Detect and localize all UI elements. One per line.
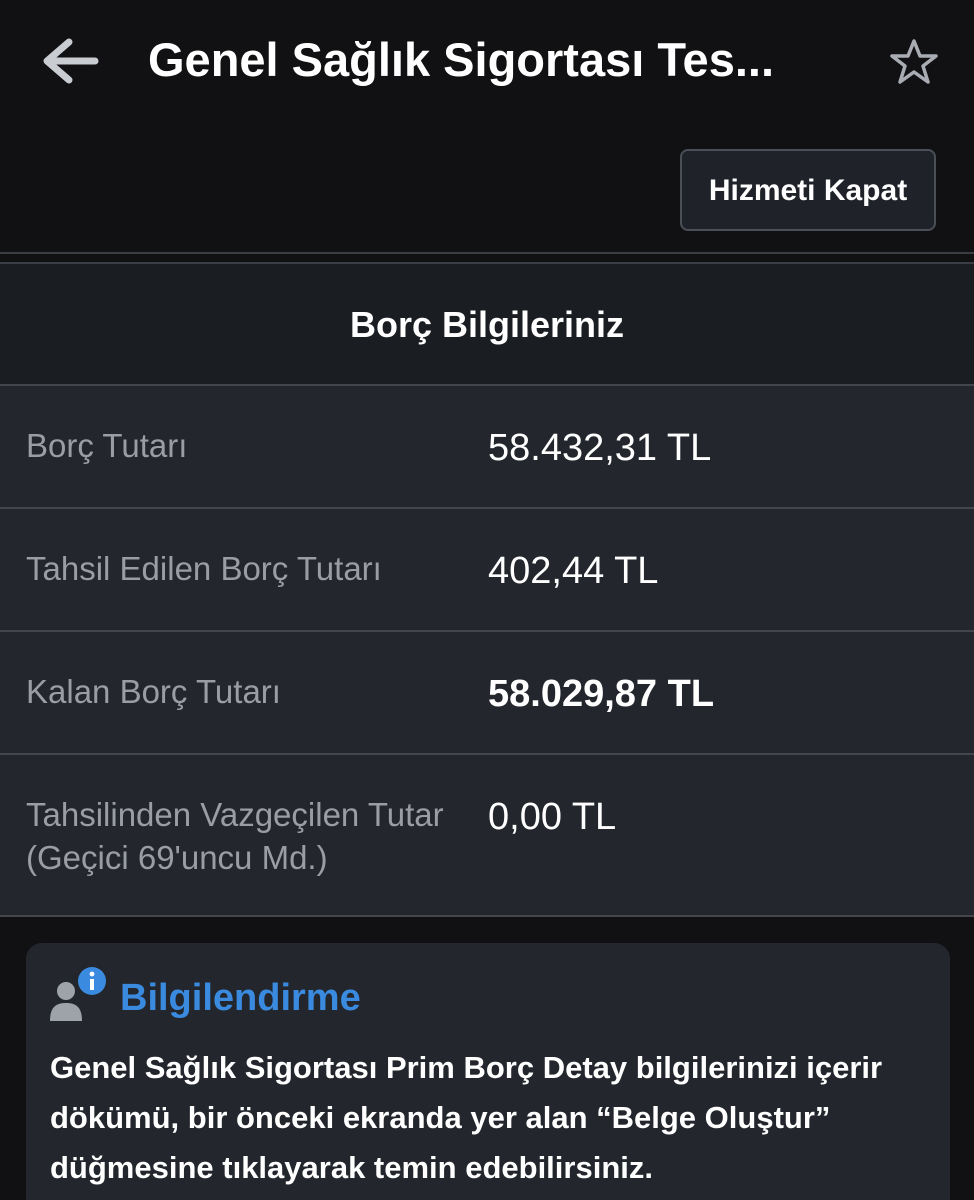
row-label: Tahsilinden Vazgeçilen Tutar (Geçici 69'… (26, 796, 444, 876)
favorite-button[interactable] (884, 34, 944, 90)
info-text: Genel Sağlık Sigortası Prim Borç Detay b… (50, 1050, 883, 1185)
star-outline-icon (890, 39, 938, 84)
info-heading: Bilgilendirme (120, 977, 361, 1019)
page-title: Genel Sağlık Sigortası Tes... (148, 33, 775, 86)
debt-info-title: Borç Bilgileriniz (0, 264, 974, 386)
debt-info-panel: Borç Bilgileriniz Borç Tutarı 58.432,31 … (0, 262, 974, 917)
header: Genel Sağlık Sigortası Tes... (0, 0, 974, 125)
back-button[interactable] (36, 28, 102, 94)
user-info-icon (50, 967, 106, 1021)
close-service-button[interactable]: Hizmeti Kapat (680, 149, 936, 231)
row-label: Kalan Borç Tutarı (26, 673, 281, 710)
debt-row-amount: Borç Tutarı 58.432,31 TL (0, 386, 974, 509)
arrow-left-icon (43, 38, 99, 84)
debt-row-waived: Tahsilinden Vazgeçilen Tutar (Geçici 69'… (0, 755, 974, 917)
info-card: Bilgilendirme Genel Sağlık Sigortası Pri… (26, 943, 950, 1200)
row-value: 58.432,31 TL (488, 427, 712, 469)
row-value: 402,44 TL (488, 550, 659, 592)
row-value: 58.029,87 TL (488, 673, 715, 715)
row-label: Borç Tutarı (26, 427, 188, 464)
debt-rows: Borç Tutarı 58.432,31 TL Tahsil Edilen B… (0, 386, 974, 917)
debt-row-remaining: Kalan Borç Tutarı 58.029,87 TL (0, 632, 974, 755)
divider (0, 252, 974, 254)
page: Genel Sağlık Sigortası Tes... Hizmeti Ka… (0, 0, 974, 1200)
debt-row-collected: Tahsil Edilen Borç Tutarı 402,44 TL (0, 509, 974, 632)
row-value: 0,00 TL (488, 796, 617, 838)
row-label: Tahsil Edilen Borç Tutarı (26, 550, 382, 587)
